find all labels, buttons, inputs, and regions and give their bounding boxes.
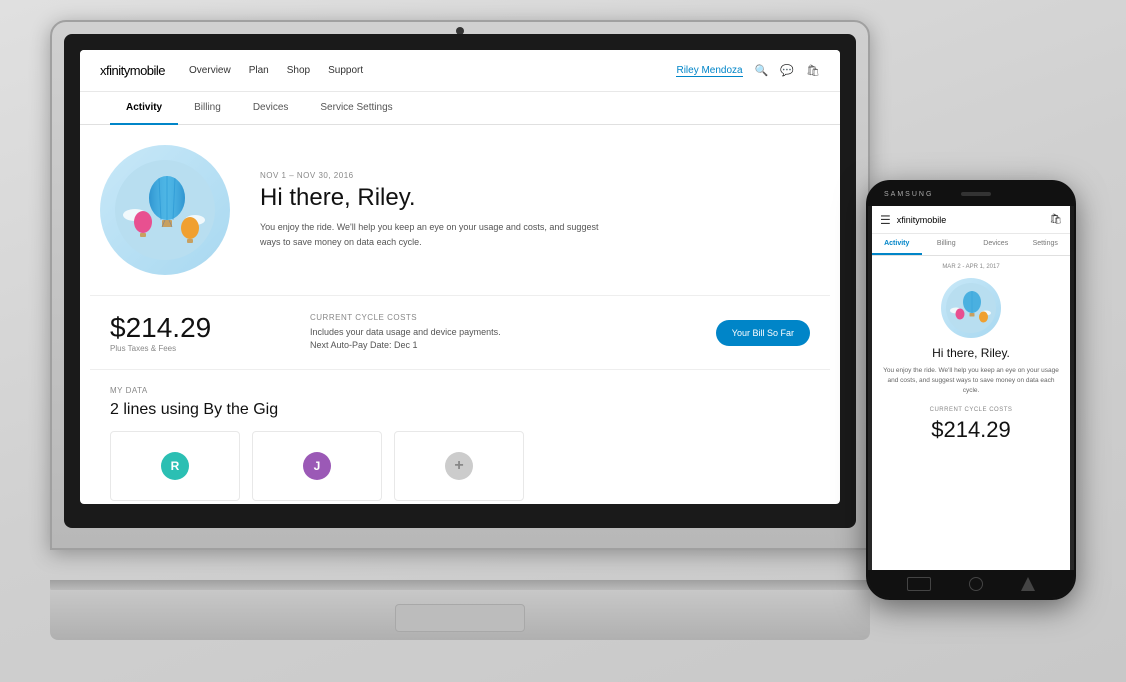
laptop-bezel: xfinitymobile Overview Plan Shop Support… <box>64 34 856 528</box>
phone-body: MAR 2 - APR 1, 2017 Hi <box>872 256 1070 451</box>
phone-balloon-svg <box>946 283 996 333</box>
phone-screen: ☰ xfinitymobile 🛍 Activity Billing Devic… <box>872 206 1070 570</box>
hero-text: NOV 1 – NOV 30, 2016 Hi there, Riley. Yo… <box>260 171 820 249</box>
screen-content: xfinitymobile Overview Plan Shop Support… <box>80 50 840 504</box>
logo-xfinity: xfinity <box>100 63 130 78</box>
laptop-screen: xfinitymobile Overview Plan Shop Support… <box>80 50 840 504</box>
balloon-illustration <box>100 145 230 275</box>
phone: SAMSUNG ☰ xfinitymobile 🛍 Activity Billi… <box>866 180 1076 600</box>
billing-label: CURRENT CYCLE COSTS <box>310 313 716 322</box>
phone-tab-devices[interactable]: Devices <box>971 234 1021 255</box>
phone-date: MAR 2 - APR 1, 2017 <box>882 264 1060 270</box>
phone-hero-description: You enjoy the ride. We'll help you keep … <box>882 366 1060 395</box>
phone-top-bar: SAMSUNG <box>868 182 1074 206</box>
laptop-trackpad[interactable] <box>395 604 525 632</box>
phone-logo-mobile: mobile <box>920 215 947 225</box>
hero-title: Hi there, Riley. <box>260 184 820 212</box>
screen-tabs: Activity Billing Devices Service Setting… <box>80 92 840 125</box>
billing-sub-label: Plus Taxes & Fees <box>110 344 290 353</box>
cart-icon[interactable]: 🛍 <box>806 64 820 77</box>
line-card-add[interactable]: + <box>394 431 524 501</box>
scene: xfinitymobile Overview Plan Shop Support… <box>0 0 1126 682</box>
billing-amount: $214.29 Plus Taxes & Fees <box>110 312 290 353</box>
phone-tab-activity[interactable]: Activity <box>872 234 922 255</box>
phone-bottom-bar <box>868 570 1074 598</box>
nav-overview[interactable]: Overview <box>189 65 231 76</box>
data-label: MY DATA <box>110 386 810 395</box>
hero-description: You enjoy the ride. We'll help you keep … <box>260 220 600 249</box>
line-card-j[interactable]: J <box>252 431 382 501</box>
bill-so-far-button[interactable]: Your Bill So Far <box>716 320 810 346</box>
laptop-bottom <box>50 590 870 640</box>
line-card-r[interactable]: R <box>110 431 240 501</box>
laptop-outer: xfinitymobile Overview Plan Shop Support… <box>50 20 870 550</box>
billing-info: CURRENT CYCLE COSTS Includes your data u… <box>290 313 716 353</box>
nav-plan[interactable]: Plan <box>249 65 269 76</box>
line-avatar-plus: + <box>445 452 473 480</box>
tab-billing[interactable]: Billing <box>178 92 237 125</box>
logo-mobile: mobile <box>130 63 165 78</box>
phone-back-button[interactable] <box>907 577 931 591</box>
nav-shop[interactable]: Shop <box>287 65 310 76</box>
phone-home-button[interactable] <box>969 577 983 591</box>
data-title: 2 lines using By the Gig <box>110 401 810 419</box>
phone-tab-billing[interactable]: Billing <box>922 234 972 255</box>
tab-activity[interactable]: Activity <box>110 92 178 125</box>
screen-logo: xfinitymobile <box>100 63 165 78</box>
chat-icon[interactable]: 💬 <box>780 64 794 77</box>
laptop-base <box>50 580 870 640</box>
phone-hero-title: Hi there, Riley. <box>882 346 1060 360</box>
billing-section: $214.29 Plus Taxes & Fees CURRENT CYCLE … <box>90 295 830 370</box>
phone-outer: SAMSUNG ☰ xfinitymobile 🛍 Activity Billi… <box>866 180 1076 600</box>
phone-brand: SAMSUNG <box>884 191 933 198</box>
phone-billing-label: CURRENT CYCLE COSTS <box>882 407 1060 413</box>
screen-hero: NOV 1 – NOV 30, 2016 Hi there, Riley. Yo… <box>80 125 840 295</box>
phone-logo-xfinity: xfinity <box>897 215 920 225</box>
tab-devices[interactable]: Devices <box>237 92 305 125</box>
tab-service-settings[interactable]: Service Settings <box>304 92 408 125</box>
phone-logo: xfinitymobile <box>897 215 1050 225</box>
billing-price: $214.29 <box>110 312 290 344</box>
search-icon[interactable]: 🔍 <box>755 64 769 77</box>
user-name[interactable]: Riley Mendoza <box>676 65 742 77</box>
balloon-svg <box>115 160 215 260</box>
screen-nav-right: Riley Mendoza 🔍 💬 🛍 <box>676 64 820 77</box>
data-lines: R J + <box>110 431 810 501</box>
phone-balloon <box>941 278 1001 338</box>
line-avatar-r: R <box>161 452 189 480</box>
phone-menu-button[interactable] <box>1021 577 1035 591</box>
data-section: MY DATA 2 lines using By the Gig R J <box>80 370 840 504</box>
hero-date: NOV 1 – NOV 30, 2016 <box>260 171 820 180</box>
nav-support[interactable]: Support <box>328 65 363 76</box>
phone-speaker <box>961 192 991 196</box>
phone-cart-icon[interactable]: 🛍 <box>1049 214 1062 225</box>
screen-nav: xfinitymobile Overview Plan Shop Support… <box>80 50 840 92</box>
phone-menu-icon[interactable]: ☰ <box>880 213 891 227</box>
line-avatar-j: J <box>303 452 331 480</box>
phone-billing-price: $214.29 <box>882 417 1060 443</box>
phone-tabs: Activity Billing Devices Settings <box>872 234 1070 256</box>
phone-tab-settings[interactable]: Settings <box>1021 234 1071 255</box>
laptop: xfinitymobile Overview Plan Shop Support… <box>50 20 870 640</box>
screen-nav-links: Overview Plan Shop Support <box>189 65 676 76</box>
billing-detail-line1: Includes your data usage and device paym… <box>310 326 716 340</box>
billing-detail-line2: Next Auto-Pay Date: Dec 1 <box>310 339 716 353</box>
phone-screen-nav: ☰ xfinitymobile 🛍 <box>872 206 1070 234</box>
